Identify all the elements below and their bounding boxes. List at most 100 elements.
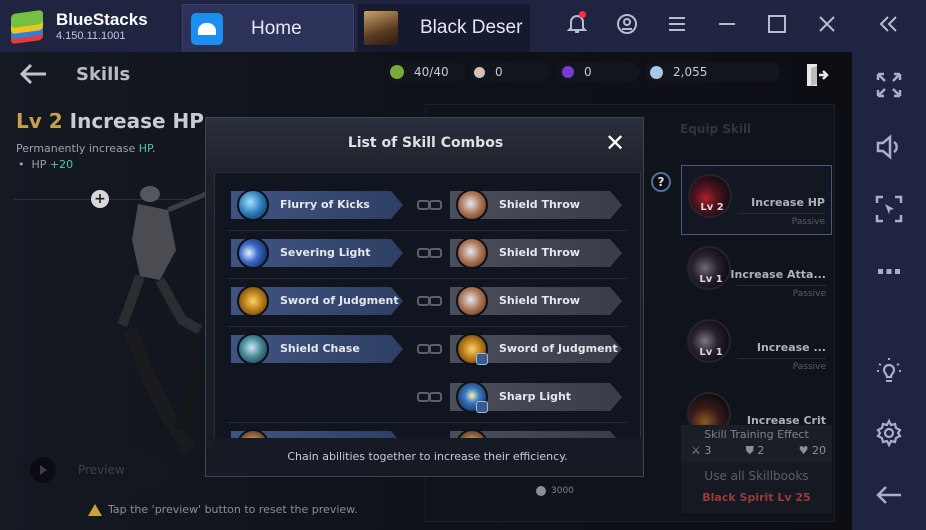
resource-value: 40/40: [414, 65, 449, 79]
settings-button[interactable]: [852, 418, 926, 454]
maximize-button[interactable]: [752, 14, 802, 39]
use-all-label: Use all Skillbooks: [704, 469, 809, 483]
back-button[interactable]: [18, 60, 48, 93]
collapse-sidebar-button[interactable]: [852, 14, 926, 39]
expand-button[interactable]: +: [91, 190, 109, 208]
flurry-of-kicks-icon: [237, 189, 269, 221]
combo-to-skill[interactable]: Shield Throw: [450, 285, 622, 317]
skill-card-type: Passive: [792, 362, 826, 372]
home-icon: [191, 12, 223, 45]
pill-tip: [610, 239, 622, 267]
modal-close-button[interactable]: ✕: [604, 131, 626, 155]
tab-label: Black Deser: [420, 17, 523, 38]
chain-link-icon: [417, 296, 443, 306]
bonus-stat: HP: [31, 158, 47, 171]
skill-card-type: Passive: [792, 289, 826, 299]
chain-link-icon: [417, 392, 443, 402]
warning-text: Tap the 'preview' button to reset the pr…: [108, 503, 358, 516]
use-all-skillbooks-button[interactable]: Use all Skillbooks Black Spirit Lv 25: [681, 463, 832, 513]
skill-label: Flurry of Kicks: [280, 198, 370, 211]
bonus-value: +20: [49, 158, 74, 171]
preview-label: Preview: [78, 463, 125, 477]
tab-black-desert[interactable]: Black Deser: [358, 4, 530, 52]
help-button[interactable]: ?: [651, 172, 671, 192]
app-name: BlueStacks: [56, 10, 148, 29]
skill-training-effect: Skill Training Effect ⚔ 3 ⛊ 2 ♥ 20: [681, 425, 832, 463]
silver-icon: [650, 65, 663, 79]
cost: 3000: [536, 486, 574, 496]
combo-to-skill[interactable]: Shield Throw: [450, 237, 622, 269]
combo-from-skill[interactable]: Severing Light: [231, 237, 403, 269]
attack-value: 3: [704, 444, 712, 457]
skill-label: Sharp Light: [499, 390, 572, 403]
minimize-button[interactable]: [702, 14, 752, 38]
combo-from-skill[interactable]: Flurry of Kicks: [231, 189, 403, 221]
more-button[interactable]: [852, 256, 926, 292]
row-divider: [227, 422, 627, 423]
pill-tip: [391, 191, 403, 219]
skill-name: Increase HP: [69, 109, 204, 133]
preview-warning: Tap the 'preview' button to reset the pr…: [88, 503, 358, 516]
plus-icon: +: [94, 191, 106, 207]
resource-silver: 2,055: [646, 62, 780, 82]
pill-tip: [610, 287, 622, 315]
combo-to-skill[interactable]: Sword of Judgment: [450, 333, 622, 365]
character-model: [117, 186, 207, 454]
chain-link-icon: [417, 200, 443, 210]
menu-icon: [669, 17, 685, 31]
arrow-left-icon: [876, 486, 901, 504]
close-icon: [819, 15, 835, 32]
combo-to-skill[interactable]: Sharp Light: [450, 381, 622, 413]
combo-from-skill[interactable]: Shield Chase: [231, 333, 403, 365]
shield-chase-icon: [237, 333, 269, 365]
attack-skill-icon: Lv 1: [687, 246, 731, 290]
menu-button[interactable]: [652, 14, 702, 38]
combo-list[interactable]: Flurry of Kicks Shield Throw Severing Li…: [214, 172, 641, 475]
heart-skill-icon: Lv 2: [688, 174, 732, 218]
notifications-button[interactable]: [552, 10, 602, 40]
chain-link-icon: [417, 344, 443, 354]
skill-description: Permanently increase HP.: [16, 142, 155, 155]
skill-level: Lv 2: [16, 109, 63, 133]
resource-crystal: 0: [558, 62, 640, 82]
row-divider: [227, 278, 627, 279]
pill-tip: [610, 383, 622, 411]
back-button[interactable]: [852, 480, 926, 516]
pill-tip: [391, 239, 403, 267]
skill-card[interactable]: Lv 2 Increase HP Passive: [681, 165, 832, 235]
hp-stat: ♥ 20: [799, 444, 826, 458]
skill-card-name: Increase Atta...: [730, 268, 826, 281]
crit-skill-icon: [687, 392, 731, 425]
combo-from-skill[interactable]: Sword of Judgment: [231, 285, 403, 317]
light-button[interactable]: [852, 356, 926, 392]
skill-card[interactable]: Lv 1 Increase Atta... Passive: [681, 238, 832, 308]
resource-value: 0: [584, 65, 592, 79]
tab-label: Home: [251, 17, 302, 39]
question-icon: ?: [657, 175, 665, 189]
exit-button[interactable]: [804, 62, 830, 88]
bluestacks-logo-icon: [8, 8, 46, 45]
double-chevron-left-icon: [879, 15, 897, 32]
combo-to-skill[interactable]: Shield Throw: [450, 189, 622, 221]
volume-button[interactable]: [852, 132, 926, 168]
skill-detail-title: Lv 2 Increase HP: [16, 109, 204, 133]
preview-button[interactable]: Preview: [22, 450, 168, 490]
description-suffix: .: [151, 142, 156, 155]
shield-throw-icon: [456, 189, 488, 221]
skill-bonus: • HP +20: [18, 158, 73, 171]
training-title: Skill Training Effect: [704, 428, 809, 441]
skill-card-level: Lv 1: [699, 274, 723, 285]
pill-tip: [610, 191, 622, 219]
lightbulb-icon: [877, 358, 901, 382]
tab-home[interactable]: Home: [182, 4, 354, 52]
screen-select-button[interactable]: [852, 194, 926, 230]
resource-energy: 40/40: [386, 62, 466, 82]
account-button[interactable]: [602, 13, 652, 40]
close-button[interactable]: [802, 14, 852, 39]
fullscreen-button[interactable]: [852, 70, 926, 106]
skill-combos-modal: List of Skill Combos ✕ Flurry of Kicks S…: [205, 117, 644, 477]
skill-card[interactable]: Increase Crit: [681, 384, 832, 425]
skill-card[interactable]: Lv 1 Increase ... Passive: [681, 311, 832, 381]
tab-equip-skill[interactable]: Equip Skill: [680, 122, 751, 136]
shield-icon: ⛊: [745, 444, 754, 457]
